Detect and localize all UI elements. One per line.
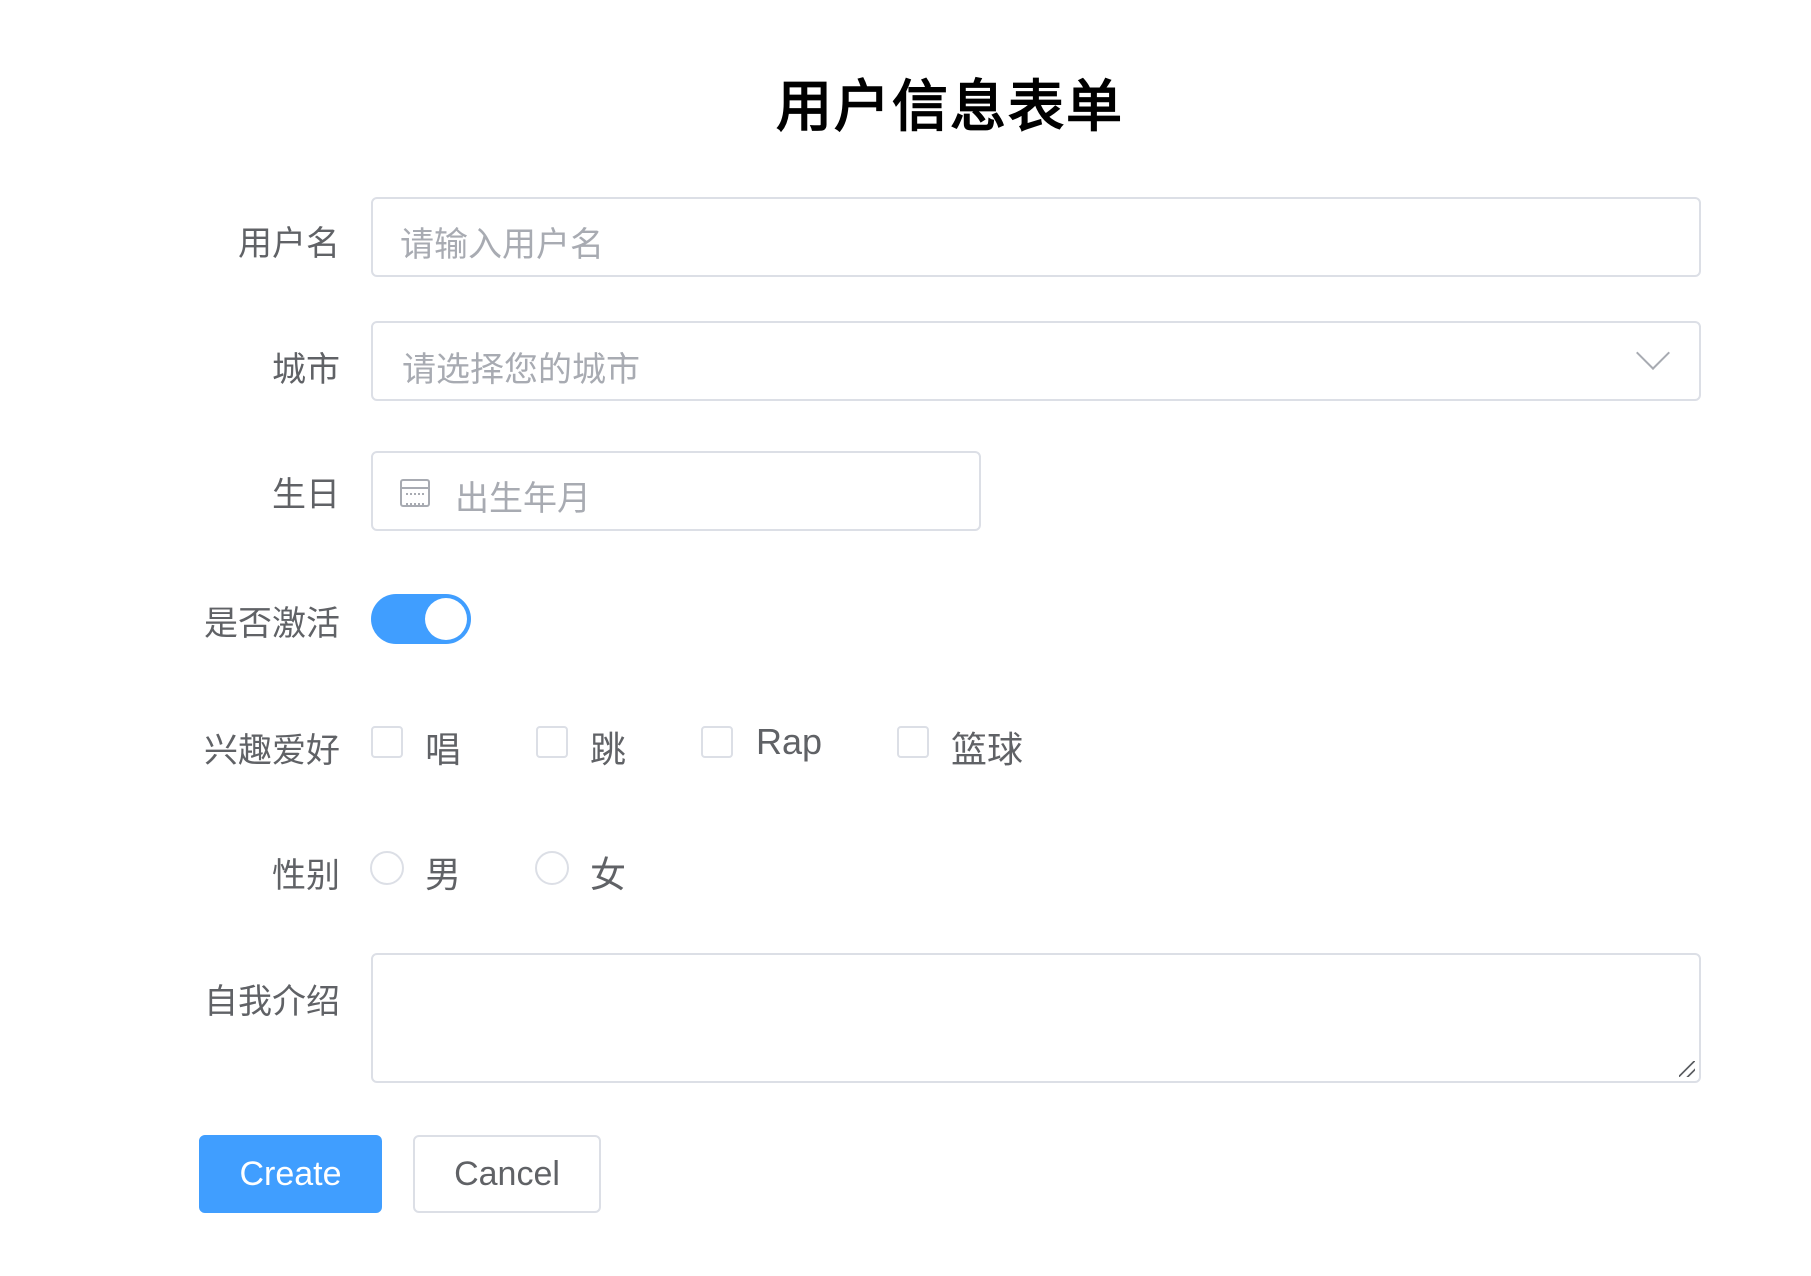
city-label: 城市 (272, 350, 340, 390)
hobby-label-basketball[interactable]: 篮球 (951, 721, 1023, 773)
city-placeholder: 请选择您的城市 (402, 350, 640, 390)
hobby-checkbox-rap[interactable] (701, 726, 733, 758)
birthday-datepicker[interactable]: 出生年月 (371, 451, 981, 531)
hobby-label-dance[interactable]: 跳 (590, 721, 626, 773)
username-label: 用户名 (238, 224, 340, 264)
birthday-label: 生日 (272, 475, 340, 515)
intro-label: 自我介绍 (204, 982, 340, 1022)
form-title: 用户信息表单 (776, 75, 1124, 140)
username-input[interactable]: 请输入用户名 (371, 197, 1701, 277)
switch-knob (425, 598, 467, 640)
hobby-checkbox-sing[interactable] (371, 726, 403, 758)
gender-label: 性别 (272, 856, 340, 896)
gender-label-female[interactable]: 女 (590, 846, 626, 898)
hobbies-label: 兴趣爱好 (204, 731, 340, 771)
user-info-form: 用户信息表单 用户名 请输入用户名 城市 请选择您的城市 生日 出生年月 是否激… (0, 0, 1811, 1276)
create-button[interactable]: Create (199, 1135, 382, 1213)
hobby-checkbox-basketball[interactable] (897, 726, 929, 758)
hobby-label-sing[interactable]: 唱 (425, 721, 461, 773)
resize-handle-icon[interactable] (1679, 1061, 1695, 1077)
active-switch[interactable] (371, 594, 471, 644)
gender-label-male[interactable]: 男 (425, 846, 461, 898)
intro-textarea[interactable] (371, 953, 1701, 1083)
calendar-icon (400, 479, 430, 507)
username-placeholder: 请输入用户名 (400, 225, 604, 265)
hobby-label-rap[interactable]: Rap (756, 721, 822, 763)
city-select[interactable]: 请选择您的城市 (371, 321, 1701, 401)
hobby-checkbox-dance[interactable] (536, 726, 568, 758)
gender-radio-female[interactable] (535, 851, 569, 885)
active-label: 是否激活 (204, 604, 340, 644)
cancel-button[interactable]: Cancel (413, 1135, 601, 1213)
chevron-down-icon (1636, 336, 1670, 370)
birthday-placeholder: 出生年月 (455, 479, 591, 519)
gender-radio-male[interactable] (370, 851, 404, 885)
